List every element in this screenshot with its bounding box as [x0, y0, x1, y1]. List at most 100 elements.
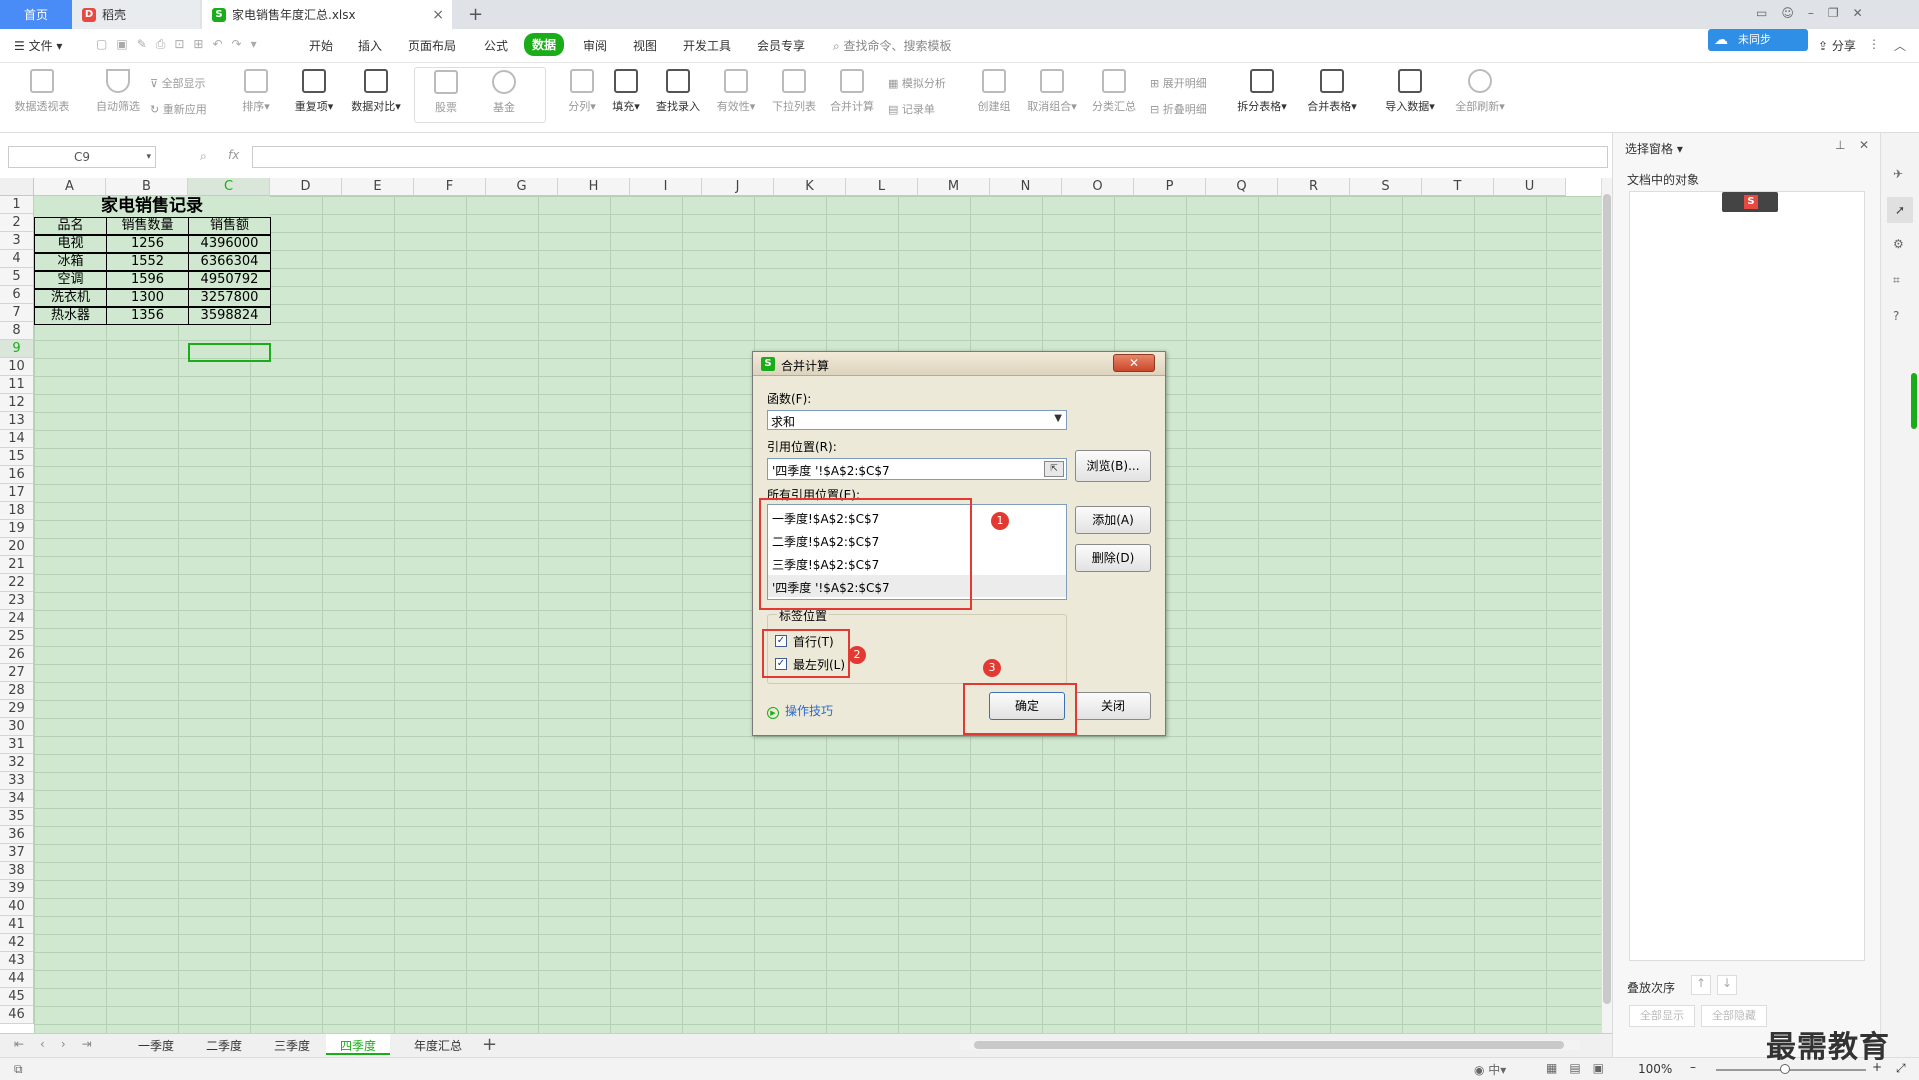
column-header-A[interactable]: A [34, 178, 106, 196]
row-header-6[interactable]: 6 [0, 286, 34, 304]
redo-icon[interactable]: ↷ [232, 37, 251, 51]
tab-formula[interactable]: 公式 [484, 37, 508, 54]
zoom-out-icon[interactable]: – [1690, 1060, 1696, 1074]
browse-button[interactable]: 浏览(B)... [1075, 450, 1151, 482]
row-header-41[interactable]: 41 [0, 916, 34, 934]
help-icon[interactable]: ? [1893, 309, 1899, 323]
close-button[interactable]: 关闭 [1075, 692, 1151, 720]
row-header-7[interactable]: 7 [0, 304, 34, 322]
delete-button[interactable]: 删除(D) [1075, 544, 1151, 572]
table-cell[interactable]: 1356 [106, 307, 189, 325]
row-header-29[interactable]: 29 [0, 700, 34, 718]
import-data-button[interactable]: 导入数据▾ [1380, 69, 1440, 114]
sheet-tab-q3[interactable]: 三季度 [274, 1037, 310, 1054]
pivot-table-button[interactable]: 数据透视表 [12, 69, 72, 114]
column-header-N[interactable]: N [990, 178, 1062, 196]
column-header-C[interactable]: C [188, 178, 270, 196]
create-group-button[interactable]: 创建组 [964, 69, 1024, 114]
table-title-cell[interactable]: 家电销售记录 [34, 196, 270, 217]
sheet-tab-q2[interactable]: 二季度 [206, 1037, 242, 1054]
more-menu-icon[interactable]: ⋮ [1868, 37, 1880, 51]
row-header-2[interactable]: 2 [0, 214, 34, 232]
share-button[interactable]: ⇪ 分享 [1818, 37, 1856, 54]
collapse-ribbon-icon[interactable]: ︿ [1894, 37, 1906, 54]
row-header-10[interactable]: 10 [0, 358, 34, 376]
row-header-37[interactable]: 37 [0, 844, 34, 862]
row-header-4[interactable]: 4 [0, 250, 34, 268]
table-cell[interactable]: 空调 [34, 271, 107, 289]
row-header-11[interactable]: 11 [0, 376, 34, 394]
row-header-36[interactable]: 36 [0, 826, 34, 844]
selected-cell-c9[interactable] [188, 343, 271, 362]
row-header-30[interactable]: 30 [0, 718, 34, 736]
table-cell[interactable]: 冰箱 [34, 253, 107, 271]
row-header-15[interactable]: 15 [0, 448, 34, 466]
row-header-22[interactable]: 22 [0, 574, 34, 592]
user-avatar-icon[interactable]: ☺ [1781, 6, 1808, 20]
table-cell[interactable]: 热水器 [34, 307, 107, 325]
row-header-44[interactable]: 44 [0, 970, 34, 988]
ungroup-button[interactable]: 取消组合▾ [1022, 69, 1082, 114]
table-cell[interactable]: 4396000 [188, 235, 271, 253]
what-if-button[interactable]: ▦ 模拟分析 [888, 75, 946, 91]
column-header-P[interactable]: P [1134, 178, 1206, 196]
tab-page-layout[interactable]: 页面布局 [408, 37, 456, 54]
vertical-scrollbar[interactable] [1601, 178, 1612, 1033]
table-cell[interactable]: 3257800 [188, 289, 271, 307]
zoom-slider[interactable] [1716, 1069, 1866, 1071]
row-header-46[interactable]: 46 [0, 1006, 34, 1024]
undo-icon[interactable]: ↶ [212, 37, 231, 51]
format-icon[interactable]: ⌗ [1893, 273, 1900, 288]
duplicates-button[interactable]: 重复项▾ [284, 69, 344, 114]
tab-data[interactable]: 数据 [524, 33, 565, 56]
cloud-sync-icon[interactable]: ✈ [1893, 167, 1903, 181]
data-compare-button[interactable]: 数据对比▾ [346, 69, 406, 114]
row-header-3[interactable]: 3 [0, 232, 34, 250]
column-header-I[interactable]: I [630, 178, 702, 196]
table-cell[interactable]: 电视 [34, 235, 107, 253]
table-cell[interactable]: 1300 [106, 289, 189, 307]
horizontal-scroll-thumb[interactable] [974, 1041, 1564, 1049]
properties-icon[interactable]: ⚙ [1893, 237, 1904, 251]
send-backward-icon[interactable]: ↓ [1717, 975, 1737, 995]
row-header-35[interactable]: 35 [0, 808, 34, 826]
table-header-cell[interactable]: 销售额 [188, 217, 271, 235]
row-header-38[interactable]: 38 [0, 862, 34, 880]
row-header-45[interactable]: 45 [0, 988, 34, 1006]
collapse-dialog-icon[interactable]: ⇱ [1044, 461, 1064, 477]
select-all-corner[interactable] [0, 178, 34, 196]
row-header-23[interactable]: 23 [0, 592, 34, 610]
row-header-18[interactable]: 18 [0, 502, 34, 520]
table-cell[interactable]: 洗衣机 [34, 289, 107, 307]
fx-icon[interactable]: fx [228, 148, 239, 162]
column-header-H[interactable]: H [558, 178, 630, 196]
column-header-K[interactable]: K [774, 178, 846, 196]
row-header-13[interactable]: 13 [0, 412, 34, 430]
new-tab-button[interactable]: + [458, 0, 483, 29]
row-header-42[interactable]: 42 [0, 934, 34, 952]
qat-more-icon[interactable]: ▾ [251, 37, 266, 51]
row-header-12[interactable]: 12 [0, 394, 34, 412]
consolidate-button[interactable]: 合并计算 [822, 69, 882, 114]
lookup-entry-button[interactable]: 查找录入 [648, 69, 708, 114]
row-header-16[interactable]: 16 [0, 466, 34, 484]
refresh-all-button[interactable]: 全部刷新▾ [1450, 69, 1510, 114]
layout-icon[interactable]: ▭ [1756, 6, 1781, 20]
row-header-34[interactable]: 34 [0, 790, 34, 808]
auto-filter-button[interactable]: 自动筛选 [88, 69, 148, 114]
view-mode-icons[interactable]: ▦▤▣ [1546, 1061, 1616, 1075]
column-header-R[interactable]: R [1278, 178, 1350, 196]
print-icon[interactable]: ⎙ [156, 37, 175, 51]
row-header-14[interactable]: 14 [0, 430, 34, 448]
eye-protect-icon[interactable]: ◉ 中▾ [1474, 1061, 1506, 1078]
row-header-5[interactable]: 5 [0, 268, 34, 286]
table-cell[interactable]: 1256 [106, 235, 189, 253]
close-tab-icon[interactable]: × [432, 7, 444, 23]
row-header-39[interactable]: 39 [0, 880, 34, 898]
show-all-objects-button[interactable]: 全部显示 [1629, 1005, 1695, 1027]
hide-all-objects-button[interactable]: 全部隐藏 [1701, 1005, 1767, 1027]
record-form-button[interactable]: ▤ 记录单 [888, 101, 935, 117]
column-header-O[interactable]: O [1062, 178, 1134, 196]
row-header-1[interactable]: 1 [0, 196, 34, 214]
column-header-B[interactable]: B [106, 178, 188, 196]
